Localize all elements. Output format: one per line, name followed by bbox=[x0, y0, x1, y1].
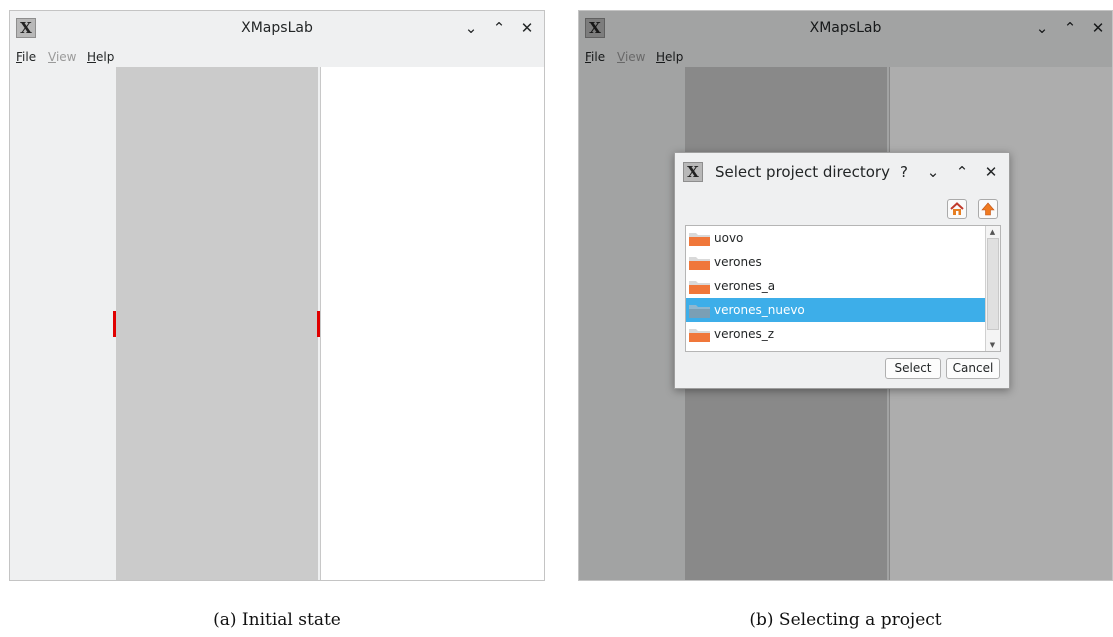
maximize-icon[interactable]: ⌃ bbox=[951, 161, 973, 183]
menu-view[interactable]: View bbox=[617, 50, 645, 64]
screenshot-selecting-project: X XMapsLab ⌄ ⌃ ✕ File View Help X Select… bbox=[578, 10, 1113, 581]
main-window: X XMapsLab ⌄ ⌃ ✕ File View Help X Select… bbox=[578, 10, 1113, 581]
minimize-icon[interactable]: ⌄ bbox=[1031, 17, 1053, 39]
folder-icon bbox=[689, 281, 710, 294]
select-project-dialog: X Select project directory ? ⌄ ⌃ ✕ veron… bbox=[674, 152, 1010, 389]
caption-b: (b) Selecting a project bbox=[749, 610, 942, 630]
cancel-button[interactable]: Cancel bbox=[946, 358, 1000, 379]
close-icon[interactable]: ✕ bbox=[980, 161, 1002, 183]
folder-row[interactable]: uovo bbox=[686, 226, 986, 250]
up-arrow-icon bbox=[981, 202, 995, 216]
folder-icon bbox=[689, 257, 710, 270]
home-button[interactable] bbox=[947, 199, 967, 219]
xmapslab-icon: X bbox=[683, 162, 703, 182]
list-scrollbar[interactable]: ▲ ▼ bbox=[985, 226, 1000, 351]
help-icon[interactable]: ? bbox=[893, 161, 915, 183]
folder-row[interactable]: verones bbox=[686, 250, 986, 274]
folder-icon bbox=[689, 233, 710, 246]
folder-name: verones_a bbox=[714, 279, 776, 293]
scroll-down-icon[interactable]: ▼ bbox=[986, 339, 999, 351]
home-icon bbox=[950, 202, 964, 215]
map-view-panel bbox=[116, 67, 318, 580]
minimize-icon[interactable]: ⌄ bbox=[922, 161, 944, 183]
menu-view[interactable]: View bbox=[48, 50, 76, 64]
menu-bar: File View Help bbox=[10, 47, 544, 67]
close-icon[interactable]: ✕ bbox=[516, 17, 538, 39]
minimize-icon[interactable]: ⌄ bbox=[460, 17, 482, 39]
menu-bar: File View Help bbox=[579, 47, 1112, 67]
folder-icon bbox=[689, 329, 710, 342]
folder-row[interactable]: verones_a bbox=[686, 274, 986, 298]
main-window: X XMapsLab ⌄ ⌃ ✕ File View Help bbox=[9, 10, 545, 581]
scroll-thumb[interactable] bbox=[987, 238, 999, 330]
scroll-up-icon[interactable]: ▲ bbox=[986, 226, 999, 238]
folder-name: uovo bbox=[714, 231, 744, 245]
maximize-icon[interactable]: ⌃ bbox=[1059, 17, 1081, 39]
menu-file[interactable]: File bbox=[585, 50, 605, 64]
maximize-icon[interactable]: ⌃ bbox=[488, 17, 510, 39]
screenshot-initial-state: X XMapsLab ⌄ ⌃ ✕ File View Help bbox=[9, 10, 545, 581]
title-bar[interactable]: X XMapsLab ⌄ ⌃ ✕ bbox=[10, 11, 544, 47]
folder-name: verones_nuevo bbox=[714, 303, 805, 317]
menu-file[interactable]: File bbox=[16, 50, 36, 64]
folder-row[interactable]: verones_z bbox=[686, 322, 986, 346]
left-panel bbox=[10, 67, 116, 580]
parent-directory-button[interactable] bbox=[978, 199, 998, 219]
folder-name: verones bbox=[714, 255, 762, 269]
folder-list[interactable]: verones_z verones_nuevo verones_a verones uo… bbox=[685, 225, 1001, 352]
right-panel bbox=[320, 67, 544, 580]
title-bar[interactable]: X XMapsLab ⌄ ⌃ ✕ bbox=[579, 11, 1112, 47]
left-panel bbox=[579, 67, 685, 580]
menu-help[interactable]: Help bbox=[656, 50, 683, 64]
folder-icon bbox=[689, 305, 710, 318]
folder-name: verones_z bbox=[714, 327, 775, 341]
caption-a: (a) Initial state bbox=[213, 610, 341, 630]
splitter-handle-left[interactable] bbox=[113, 311, 116, 337]
menu-help[interactable]: Help bbox=[87, 50, 114, 64]
dialog-title: Select project directory bbox=[715, 163, 890, 181]
splitter-handle-right[interactable] bbox=[317, 311, 320, 337]
close-icon[interactable]: ✕ bbox=[1087, 17, 1109, 39]
folder-row[interactable]: verones_nuevo bbox=[686, 298, 986, 322]
select-button[interactable]: Select bbox=[885, 358, 941, 379]
